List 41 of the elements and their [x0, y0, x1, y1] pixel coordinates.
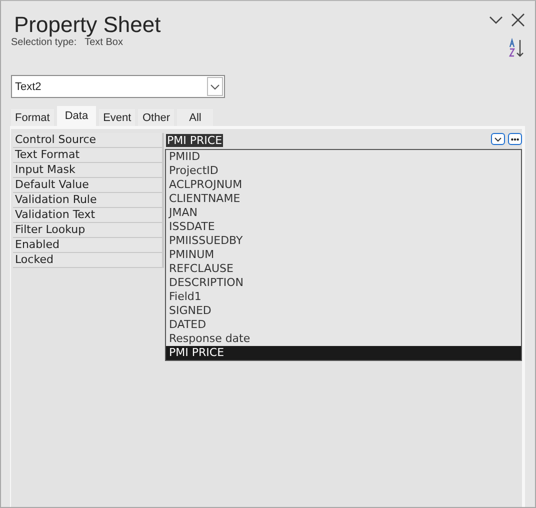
ellipsis-icon	[511, 138, 519, 140]
tab[interactable]: Data	[56, 106, 96, 126]
dropdown-item[interactable]: PMI PRICE	[166, 346, 521, 360]
sort-icon[interactable]	[509, 38, 525, 58]
dropdown-item[interactable]: JMAN	[166, 206, 521, 220]
property-label: Validation Text	[13, 208, 164, 223]
dropdown-item[interactable]: ACLPROJNUM	[166, 178, 521, 192]
property-label: Control Source	[13, 133, 164, 148]
dropdown-item[interactable]: PMIID	[166, 150, 521, 164]
chevron-down-icon[interactable]	[210, 84, 220, 90]
dropdown-item[interactable]: ISSDATE	[166, 220, 521, 234]
dropdown-item[interactable]: PMIISSUEDBY	[166, 234, 521, 248]
tab[interactable]: All	[177, 109, 214, 126]
dropdown-item[interactable]: ProjectID	[166, 164, 521, 178]
tab[interactable]: Format	[11, 109, 54, 126]
property-label: Default Value	[13, 178, 164, 193]
dropdown-item[interactable]: SIGNED	[166, 304, 521, 318]
property-label: Input Mask	[13, 163, 164, 178]
dropdown-item[interactable]: DESCRIPTION	[166, 276, 521, 290]
property-value[interactable]: PMI PRICE	[166, 134, 224, 147]
tab[interactable]: Event	[99, 109, 136, 126]
property-label: Validation Rule	[13, 193, 164, 208]
dropdown-item[interactable]: REFCLAUSE	[166, 262, 521, 276]
dropdown-item[interactable]: PMINUM	[166, 248, 521, 262]
builder-button[interactable]	[508, 133, 522, 145]
object-selector[interactable]: Text2	[11, 75, 225, 98]
dropdown-item[interactable]: DATED	[166, 318, 521, 332]
property-label: Enabled	[13, 238, 164, 253]
dropdown-item[interactable]: Response date	[166, 332, 521, 346]
selection-type-value: Text Box	[84, 37, 123, 48]
dropdown-button[interactable]	[491, 133, 505, 145]
dropdown-item[interactable]: Field1	[166, 290, 521, 304]
tab[interactable]: Other	[138, 109, 174, 126]
dropdown-item[interactable]: CLIENTNAME	[166, 192, 521, 206]
close-icon[interactable]	[511, 13, 525, 27]
window-title: Property Sheet	[14, 11, 161, 38]
chevron-down-icon	[494, 136, 502, 142]
selection-type-label: Selection type:	[11, 37, 77, 48]
property-label: Text Format	[13, 148, 164, 163]
property-label: Filter Lookup	[13, 223, 164, 238]
property-label: Locked	[13, 253, 164, 268]
